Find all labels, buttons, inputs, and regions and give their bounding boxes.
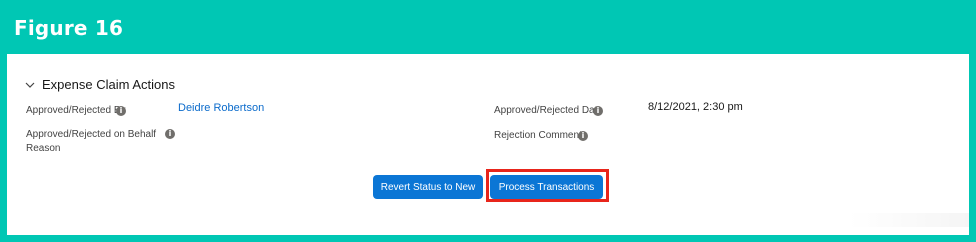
behalf-reason-label: Approved/Rejected on Behalf Reason (26, 128, 156, 156)
approved-date-label: Approved/Rejected Date (494, 105, 603, 116)
panel-fade (849, 213, 969, 227)
expense-claim-actions-panel: Expense Claim Actions Approved/Rejected … (7, 54, 969, 235)
approved-date-value: 8/12/2021, 2:30 pm (648, 101, 743, 113)
approver-link[interactable]: Deidre Robertson (178, 102, 264, 114)
figure-title: Figure 16 (14, 16, 124, 40)
info-icon[interactable]: i (165, 129, 175, 139)
highlight-box (486, 169, 609, 202)
rejection-comments-label: Rejection Comments (494, 130, 587, 141)
approved-by-label: Approved/Rejected By (26, 105, 126, 116)
info-icon[interactable]: i (578, 131, 588, 141)
behalf-reason-label-line2: Reason (26, 143, 61, 154)
info-icon[interactable]: i (593, 106, 603, 116)
revert-status-button[interactable]: Revert Status to New (373, 175, 483, 199)
figure-frame: Figure 16 Expense Claim Actions Approved… (0, 0, 976, 242)
chevron-down-icon (25, 82, 35, 88)
section-toggle[interactable]: Expense Claim Actions (24, 77, 175, 92)
info-icon[interactable]: i (116, 106, 126, 116)
section-title: Expense Claim Actions (42, 77, 175, 92)
behalf-reason-label-line1: Approved/Rejected on Behalf (26, 129, 157, 140)
